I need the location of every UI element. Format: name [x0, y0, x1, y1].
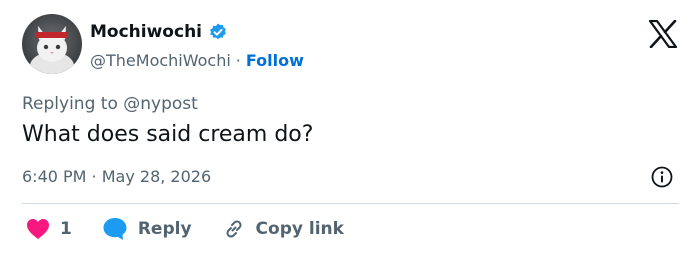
reply-button[interactable]: Reply [102, 217, 192, 241]
speech-bubble-icon [103, 218, 127, 240]
tweet-text: What does said cream do? [22, 122, 314, 147]
handle[interactable]: @TheMochiWochi [90, 51, 231, 70]
like-count: 1 [60, 219, 72, 239]
like-button[interactable]: 1 [26, 218, 72, 240]
info-icon[interactable] [650, 165, 674, 189]
action-bar: 1 Reply Copy link [26, 214, 374, 244]
mention-link[interactable]: @nypost [123, 94, 198, 114]
x-logo-icon[interactable] [648, 20, 678, 48]
cat-avatar-icon [22, 14, 82, 74]
copy-link-label: Copy link [255, 219, 344, 239]
reply-label: Reply [137, 219, 192, 239]
timestamp[interactable]: 6:40 PM · May 28, 2026 [22, 167, 211, 186]
copy-link-button[interactable]: Copy link [222, 217, 344, 241]
tweet-card: Mochiwochi @TheMochiWochi · Follow Reply… [0, 0, 700, 256]
reply-context: Replying to @nypost [22, 94, 198, 114]
avatar[interactable] [22, 14, 82, 74]
heart-icon [27, 219, 49, 239]
name-row: Mochiwochi [90, 20, 304, 44]
separator-dot: · [235, 50, 241, 70]
follow-button[interactable]: Follow [246, 51, 304, 70]
divider [22, 203, 679, 204]
display-name[interactable]: Mochiwochi [90, 22, 202, 42]
replying-to-label: Replying to [22, 94, 124, 114]
author-block: Mochiwochi @TheMochiWochi · Follow [90, 20, 304, 72]
link-icon [226, 220, 242, 238]
handle-row: @TheMochiWochi · Follow [90, 48, 304, 72]
verified-badge-icon [210, 23, 226, 40]
